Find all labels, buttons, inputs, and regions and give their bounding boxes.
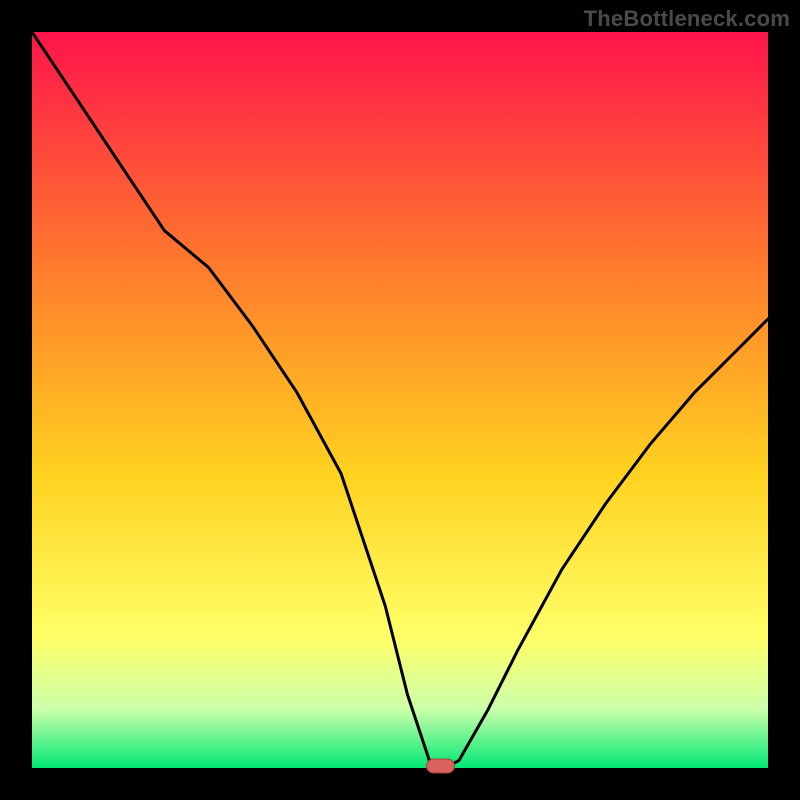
- balanced-point-marker: [427, 759, 455, 773]
- chart-frame: TheBottleneck.com: [0, 0, 800, 800]
- gradient-background: [32, 32, 768, 768]
- watermark-text: TheBottleneck.com: [584, 6, 790, 32]
- bottleneck-chart: [0, 0, 800, 800]
